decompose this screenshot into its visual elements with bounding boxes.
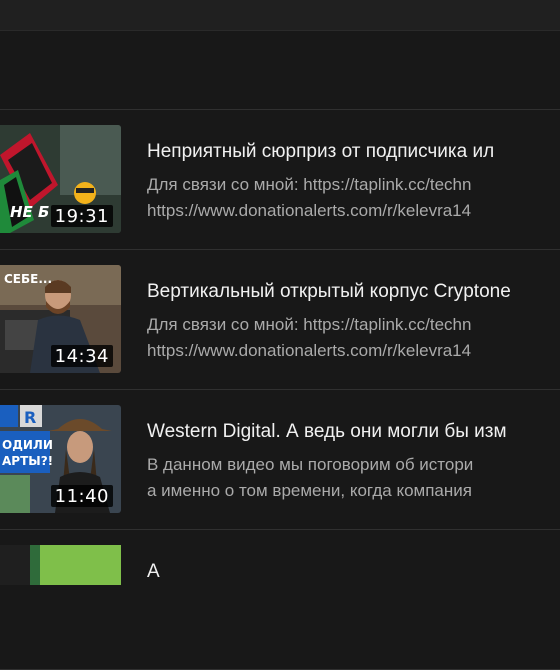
video-title[interactable]: А	[147, 561, 560, 583]
video-title[interactable]: Western Digital. А ведь они могли бы изм	[147, 421, 560, 443]
svg-text:R: R	[24, 408, 36, 427]
description-line: https://www.donationalerts.com/r/kelevra…	[147, 341, 472, 360]
top-bar	[0, 0, 560, 31]
video-row[interactable]: R ОДИЛИ АРТЫ?! 11:40 Western Digital. А …	[0, 390, 560, 530]
video-duration: 19:31	[50, 205, 113, 227]
video-duration: 11:40	[50, 485, 113, 507]
video-description: Для связи со мной: https://taplink.cc/te…	[147, 172, 560, 224]
thumbnail-caption: НЕ Б	[10, 203, 49, 221]
video-description: В данном видео мы поговорим об истори а …	[147, 452, 560, 504]
video-row[interactable]: НЕ Б 19:31 Неприятный сюрприз от подписч…	[0, 110, 560, 250]
video-thumbnail[interactable]: НЕ Б 19:31	[0, 125, 121, 233]
video-description: Для связи со мной: https://taplink.cc/te…	[147, 312, 560, 364]
video-row[interactable]: А	[0, 530, 560, 670]
video-thumbnail[interactable]: СЕБЕ... 14:34	[0, 265, 121, 373]
header-band	[0, 31, 560, 110]
description-line: а именно о том времени, когда компания	[147, 481, 472, 500]
video-title[interactable]: Неприятный сюрприз от подписчика ил	[147, 141, 560, 163]
description-line: Для связи со мной: https://taplink.cc/te…	[147, 315, 472, 334]
video-list: НЕ Б 19:31 Неприятный сюрприз от подписч…	[0, 110, 560, 670]
thumbnail-caption: ОДИЛИ	[2, 438, 53, 452]
video-thumbnail[interactable]: R ОДИЛИ АРТЫ?! 11:40	[0, 405, 121, 513]
description-line: Для связи со мной: https://taplink.cc/te…	[147, 175, 472, 194]
description-line: В данном видео мы поговорим об истори	[147, 455, 474, 474]
thumbnail-caption: СЕБЕ...	[4, 272, 52, 286]
thumbnail-image-4	[0, 545, 121, 585]
video-row[interactable]: СЕБЕ... 14:34 Вертикальный открытый корп…	[0, 250, 560, 390]
thumbnail-caption: АРТЫ?!	[2, 454, 53, 468]
video-thumbnail[interactable]	[0, 545, 121, 585]
video-duration: 14:34	[50, 345, 113, 367]
video-title[interactable]: Вертикальный открытый корпус Cryptone	[147, 281, 560, 303]
description-line: https://www.donationalerts.com/r/kelevra…	[147, 201, 472, 220]
